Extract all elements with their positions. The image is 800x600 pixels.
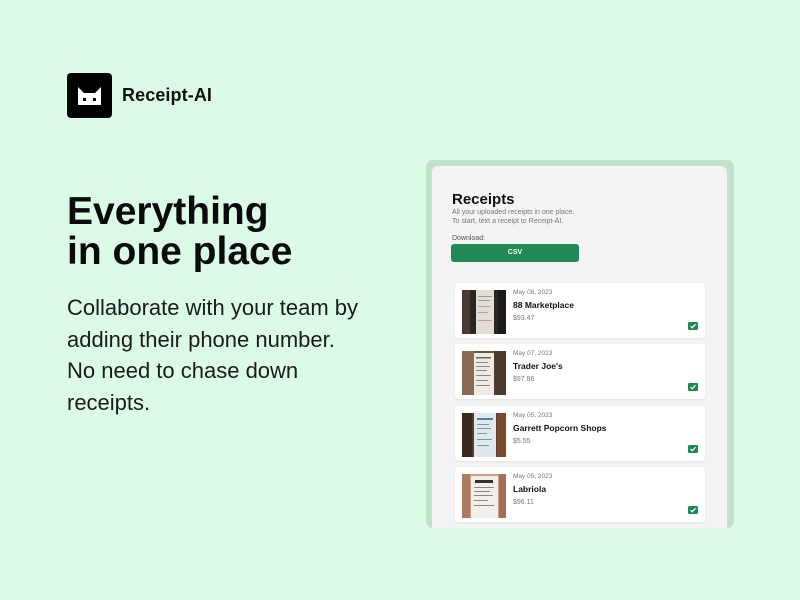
checkmark-icon bbox=[688, 506, 698, 514]
subtext-line: No need to chase down bbox=[67, 358, 299, 383]
headline-line-1: Everything bbox=[67, 190, 269, 233]
receipt-merchant: 88 Marketplace bbox=[513, 300, 574, 310]
receipt-photo-icon bbox=[462, 351, 506, 395]
receipt-amount: $96.11 bbox=[513, 499, 534, 506]
receipt-date: May 08, 2023 bbox=[513, 289, 553, 296]
device-frame: Receipts All your uploaded receipts in o… bbox=[426, 160, 734, 528]
receipt-photo-icon bbox=[462, 413, 506, 457]
page-title: Receipts bbox=[452, 191, 515, 208]
receipt-merchant: Trader Joe's bbox=[513, 361, 563, 371]
page-subtitle-line: To start, text a receipt to Receipt-AI. bbox=[452, 217, 564, 225]
subtext-line: adding their phone number. bbox=[67, 326, 335, 352]
hero-subtext: Collaborate with your team by adding the… bbox=[67, 292, 417, 418]
download-label: Download: bbox=[452, 235, 486, 242]
csv-download-button[interactable]: CSV bbox=[451, 244, 579, 262]
headline: Everything in one place bbox=[67, 192, 292, 272]
brand-name: Receipt-AI bbox=[122, 85, 213, 105]
receipt-card[interactable]: May 05, 2023 Labriola $96.11 bbox=[455, 467, 705, 522]
receipt-card[interactable]: May 05, 2023 Garrett Popcorn Shops $5.55 bbox=[455, 406, 705, 461]
checkmark-icon bbox=[688, 322, 698, 330]
subtext-line: receipts. bbox=[67, 389, 151, 415]
receipt-photo-icon bbox=[462, 290, 506, 334]
receipt-amount: $93.47 bbox=[513, 315, 535, 322]
receipt-amount: $5.55 bbox=[513, 438, 531, 445]
cat-face-icon bbox=[67, 73, 112, 118]
receipt-card[interactable]: May 08, 2023 88 Marketplace $93.47 bbox=[455, 283, 705, 338]
receipt-merchant: Garrett Popcorn Shops bbox=[513, 423, 607, 433]
receipt-date: May 05, 2023 bbox=[513, 412, 553, 419]
brand: Receipt-AI bbox=[67, 73, 212, 118]
receipt-date: May 05, 2023 bbox=[513, 473, 553, 480]
headline-line-2: in one place bbox=[67, 230, 293, 273]
receipt-photo-icon bbox=[462, 474, 506, 518]
receipt-card[interactable]: May 07, 2023 Trader Joe's $97.86 bbox=[455, 344, 705, 399]
app-screen: Receipts All your uploaded receipts in o… bbox=[432, 166, 727, 528]
checkmark-icon bbox=[688, 445, 698, 453]
checkmark-icon bbox=[688, 383, 698, 391]
receipt-date: May 07, 2023 bbox=[513, 350, 553, 357]
page-subtitle: All your uploaded receipts in one place.… bbox=[452, 209, 574, 226]
receipt-merchant: Labriola bbox=[513, 484, 547, 494]
subtext-line: Collaborate with your team by bbox=[67, 295, 359, 320]
page-subtitle-line: All your uploaded receipts in one place. bbox=[452, 209, 575, 216]
receipt-amount: $97.86 bbox=[513, 376, 535, 383]
